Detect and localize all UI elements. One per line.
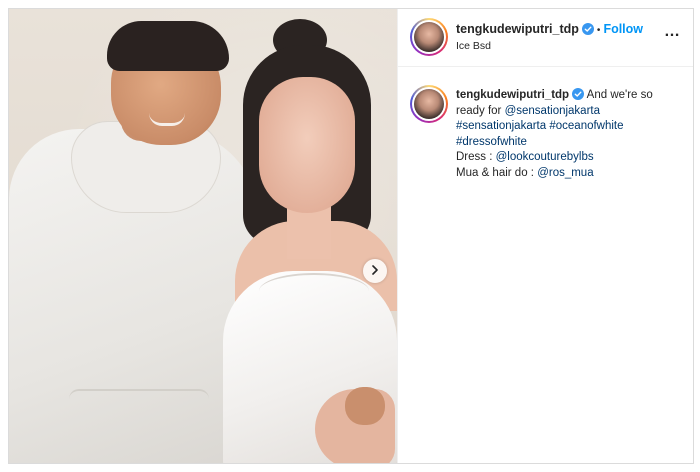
author-avatar[interactable] xyxy=(410,18,448,56)
mention-sensationjakarta[interactable]: @sensationjakarta xyxy=(505,105,600,117)
header-separator: • xyxy=(596,25,601,36)
verified-badge-icon xyxy=(572,88,585,100)
post-photo[interactable] xyxy=(9,9,397,463)
photo-hoodie-pocket xyxy=(69,389,209,451)
more-options-icon[interactable]: … xyxy=(664,24,681,40)
follow-button[interactable]: Follow xyxy=(603,22,643,36)
instagram-post: tengkudewiputri_tdp • Follow Ice Bsd … ten… xyxy=(8,8,694,464)
photo-man-hair xyxy=(107,21,229,71)
verified-badge-icon xyxy=(581,23,594,35)
mention-lookcouturebylbs[interactable]: @lookcouturebylbs xyxy=(496,151,594,163)
carousel-next-button[interactable] xyxy=(363,259,387,283)
chevron-right-icon xyxy=(370,262,380,280)
author-username[interactable]: tengkudewiputri_tdp xyxy=(456,22,579,36)
caption-avatar[interactable] xyxy=(410,85,448,123)
post-header: tengkudewiputri_tdp • Follow Ice Bsd … xyxy=(398,9,693,67)
post-caption: tengkudewiputri_tdp And we're so ready f… xyxy=(456,88,682,181)
post-location[interactable]: Ice Bsd xyxy=(456,40,491,52)
photo-woman-face xyxy=(259,77,355,213)
caption-username[interactable]: tengkudewiputri_tdp xyxy=(456,89,569,101)
mention-ros-mua[interactable]: @ros_mua xyxy=(537,167,593,179)
photo-dress-neckline xyxy=(259,273,369,309)
mua-credit-label: Mua & hair do : xyxy=(456,166,538,179)
header-line: tengkudewiputri_tdp • Follow xyxy=(456,22,643,36)
hashtag-dressofwhite[interactable]: #dressofwhite xyxy=(456,136,527,148)
post-side-panel: tengkudewiputri_tdp • Follow Ice Bsd … ten… xyxy=(397,9,693,463)
hashtag-oceanofwhite[interactable]: #oceanofwhite xyxy=(549,120,623,132)
hashtag-sensationjakarta[interactable]: #sensationjakarta xyxy=(456,120,546,132)
photo-man-hand xyxy=(345,387,385,425)
dress-credit-label: Dress : xyxy=(456,151,496,163)
